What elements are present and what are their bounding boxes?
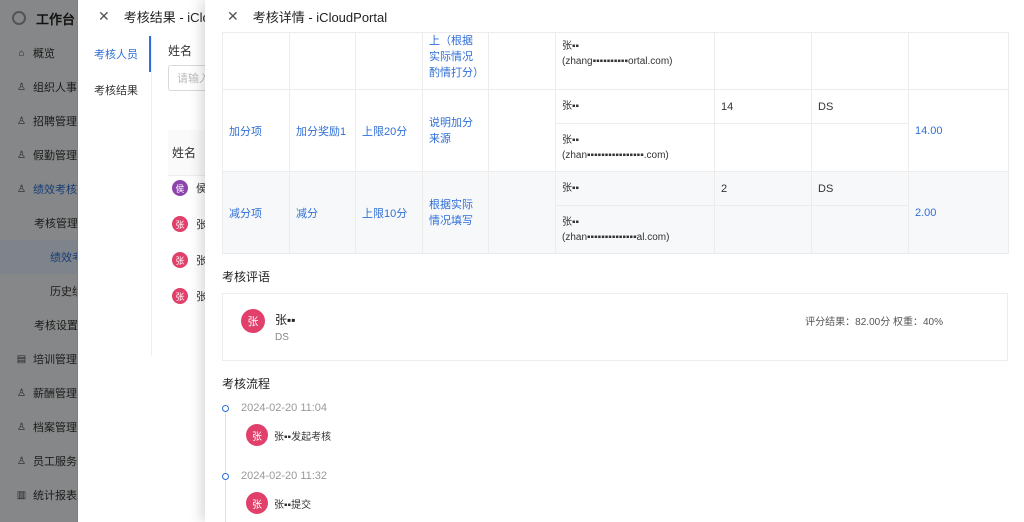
table-cell — [811, 205, 909, 254]
table-cell — [222, 32, 290, 90]
scorer-email: (zhan▪▪▪▪▪▪▪▪▪▪▪▪▪▪▪▪.com) — [562, 149, 669, 161]
table-cell — [488, 171, 556, 254]
timeline-event: 张 张▪▪提交 — [246, 492, 311, 514]
timeline-dot-icon — [222, 405, 229, 412]
avatar: 张 — [172, 216, 188, 232]
table-cell — [714, 32, 812, 90]
timeline-time: 2024-02-20 11:04 — [241, 402, 328, 414]
detail-drawer-header: ✕ 考核详情 - iCloudPortal — [205, 0, 1024, 32]
score-cell: 14 — [714, 89, 812, 124]
total-cell[interactable]: 2.00 — [908, 171, 1009, 254]
table-cell — [908, 32, 1009, 90]
close-icon[interactable]: ✕ — [227, 8, 239, 25]
scorer-name: 张▪▪ — [562, 183, 580, 194]
table-row: 加分项 加分奖励1 上限20分 说明加分来源 张▪▪ 14 DS 14.00 — [222, 89, 1009, 172]
flow-section-title: 考核流程 — [222, 377, 271, 391]
timeline-time: 2024-02-20 11:32 — [241, 470, 328, 482]
scorer-cell: 张▪▪ (zhan▪▪▪▪▪▪▪▪▪▪▪▪▪▪▪▪.com) — [555, 123, 715, 172]
total-cell[interactable]: 14.00 — [908, 89, 1009, 172]
scorer-cell: 张▪▪ — [555, 171, 715, 206]
description-cell[interactable]: 根据实际情况填写 — [422, 171, 489, 254]
table-cell — [714, 205, 812, 254]
score-cell: 2 — [714, 171, 812, 206]
table-cell — [811, 32, 909, 90]
scorer-cell: 张▪▪ — [555, 89, 715, 124]
item-cell[interactable]: 加分奖励1 — [289, 89, 356, 172]
comment-card: 张 张▪▪ DS 评分结果：82.00分 权重：40% — [222, 293, 1008, 361]
scorer-cell: 张▪▪ (zhan▪▪▪▪▪▪▪▪▪▪▪▪▪▪al.com) — [555, 205, 715, 254]
avatar: 张 — [241, 309, 265, 333]
item-description[interactable]: 上（根据实际情况酌情打分） — [422, 32, 489, 90]
table-row: 减分项 减分 上限10分 根据实际情况填写 张▪▪ 2 DS 2.00 — [222, 171, 1009, 254]
avatar: 侯 — [172, 180, 188, 196]
item-cell[interactable]: 减分 — [289, 171, 356, 254]
dept-cell: DS — [811, 171, 909, 206]
commenter-dept: DS — [275, 332, 289, 343]
table-cell — [811, 123, 909, 172]
table-cell — [714, 123, 812, 172]
tab-assessees[interactable]: 考核人员 — [78, 36, 151, 72]
score-table: 上（根据实际情况酌情打分） 张▪▪ (zhang▪▪▪▪▪▪▪▪▪▪ortal.… — [222, 32, 1009, 254]
tab-results[interactable]: 考核结果 — [78, 72, 151, 108]
detail-body: 上（根据实际情况酌情打分） 张▪▪ (zhang▪▪▪▪▪▪▪▪▪▪ortal.… — [222, 32, 1009, 522]
description-cell[interactable]: 说明加分来源 — [422, 89, 489, 172]
avatar: 张 — [172, 252, 188, 268]
scorer-name: 张▪▪ — [562, 41, 580, 52]
table-row: 上（根据实际情况酌情打分） 张▪▪ (zhang▪▪▪▪▪▪▪▪▪▪ortal.… — [222, 32, 1009, 90]
table-cell — [355, 32, 423, 90]
close-icon[interactable]: ✕ — [98, 8, 110, 25]
flow-timeline: 2024-02-20 11:04 张 张▪▪发起考核 2024-02-20 11… — [222, 400, 1008, 522]
scorer-cell: 张▪▪ (zhang▪▪▪▪▪▪▪▪▪▪ortal.com) — [555, 32, 715, 90]
score-result: 评分结果：82.00分 权重：40% — [805, 317, 943, 328]
category-cell[interactable]: 加分项 — [222, 89, 290, 172]
category-cell[interactable]: 减分项 — [222, 171, 290, 254]
table-cell — [488, 32, 556, 90]
results-tabs: 考核人员 考核结果 — [78, 36, 152, 356]
detail-drawer: ✕ 考核详情 - iCloudPortal 上（根据实际情况酌情打分） 张▪▪ … — [205, 0, 1024, 522]
timeline-dot-icon — [222, 473, 229, 480]
dept-cell: DS — [811, 89, 909, 124]
limit-cell[interactable]: 上限10分 — [355, 171, 423, 254]
scorer-email: (zhan▪▪▪▪▪▪▪▪▪▪▪▪▪▪al.com) — [562, 231, 670, 243]
timeline-item: 2024-02-20 11:04 张 张▪▪发起考核 — [222, 400, 1008, 468]
avatar: 张 — [246, 492, 268, 514]
timeline-text: 张▪▪发起考核 — [274, 431, 332, 443]
timeline-item: 2024-02-20 11:32 张 张▪▪提交 — [222, 468, 1008, 522]
limit-cell[interactable]: 上限20分 — [355, 89, 423, 172]
timeline-event: 张 张▪▪发起考核 — [246, 424, 331, 446]
scorer-name: 张▪▪ — [562, 134, 580, 146]
table-cell — [289, 32, 356, 90]
comment-section-title: 考核评语 — [222, 270, 271, 284]
results-drawer-title: 考核结果 - iClou — [123, 9, 217, 25]
scorer-name: 张▪▪ — [562, 101, 580, 112]
scorer-name: 张▪▪ — [562, 216, 580, 228]
timeline-text: 张▪▪提交 — [274, 499, 312, 511]
avatar: 张 — [172, 288, 188, 304]
table-cell — [488, 89, 556, 172]
scorer-email: (zhang▪▪▪▪▪▪▪▪▪▪ortal.com) — [562, 56, 673, 67]
detail-drawer-title: 考核详情 - iCloudPortal — [252, 9, 388, 25]
avatar: 张 — [246, 424, 268, 446]
commenter-name: 张▪▪ — [275, 313, 296, 327]
